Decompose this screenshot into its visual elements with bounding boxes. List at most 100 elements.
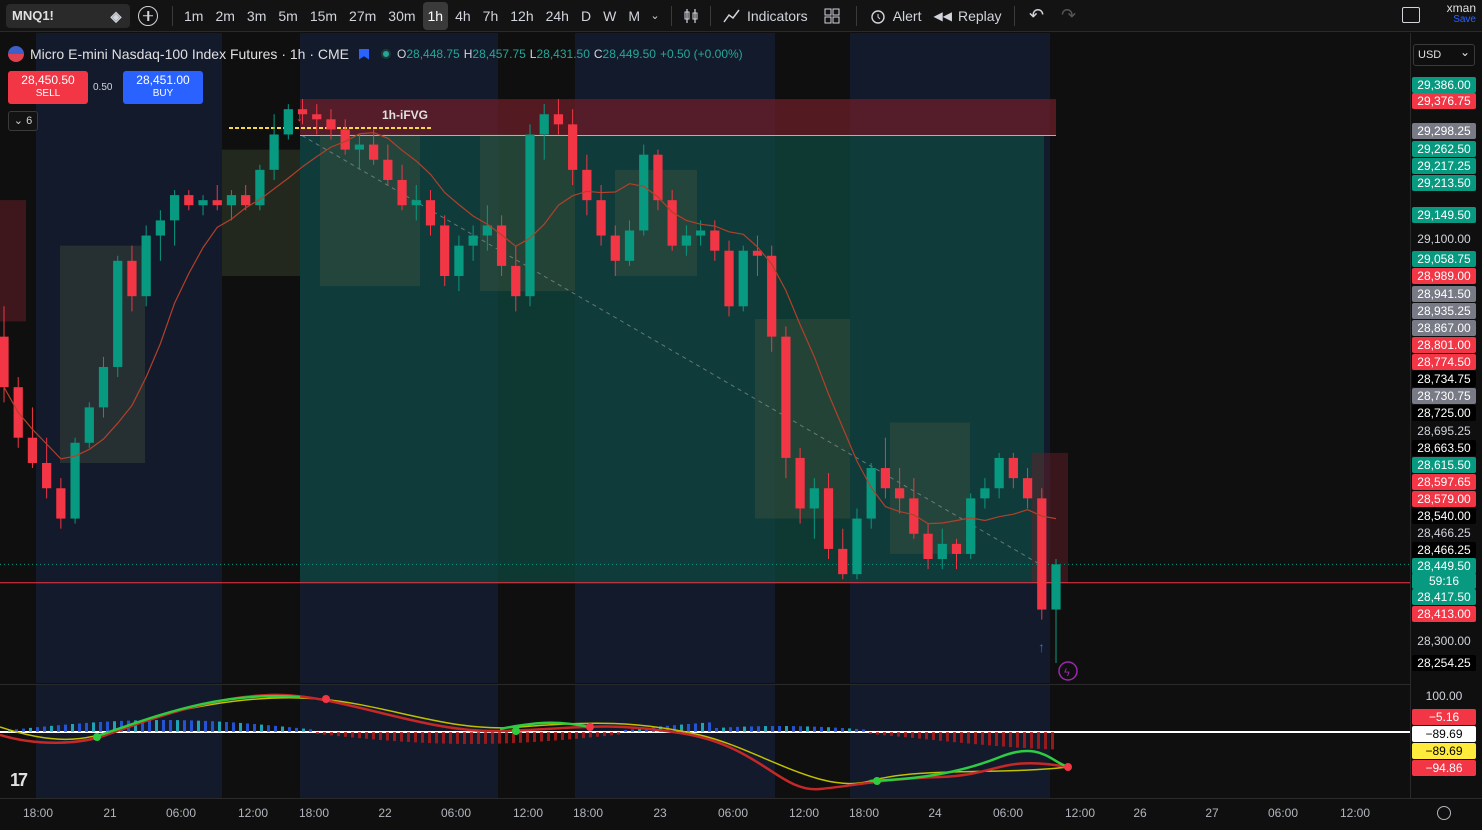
histogram-bar [841,728,844,732]
timeframe-12h[interactable]: 12h [505,2,538,30]
undo-icon[interactable]: ↶ [1021,2,1053,30]
save-button[interactable]: Save [1447,14,1476,26]
add-symbol-icon[interactable] [138,5,158,26]
timeframe-3m[interactable]: 3m [242,2,271,30]
user-name: xman [1446,1,1476,15]
histogram-bar [771,726,774,732]
oscillator-pane[interactable] [0,684,1410,798]
chart-legend: Micro E-mini Nasdaq-100 Index Futures · … [8,46,743,62]
timeframe-24h[interactable]: 24h [541,2,574,30]
timeframe-1h[interactable]: 1h [422,1,449,30]
histogram-bar [288,727,291,732]
histogram-bar [757,726,760,732]
histogram-bar [372,732,375,740]
candles-type-icon[interactable] [678,2,704,30]
price-chart[interactable]: 1h-iFVG ↓ ↑ ϟ [0,33,1410,683]
histogram-bar [568,732,571,740]
candle [27,407,38,469]
change-value: +0.50 (+0.00%) [659,47,743,61]
fullscreen-icon[interactable] [1402,7,1420,23]
tradingview-logo: 17 [10,770,28,790]
time-label: 06:00 [992,806,1024,820]
histogram-bar [106,721,109,732]
histogram-bar [547,732,550,742]
currency-select[interactable]: USD [1413,42,1475,66]
layout-grid-icon[interactable] [814,2,850,30]
time-label: 06:00 [165,806,197,820]
oscillator-chart[interactable] [0,685,1410,798]
close-value: 28,449.50 [602,47,656,61]
histogram-bar [890,732,893,736]
histogram-bar [414,732,417,743]
histogram-bar [155,720,158,732]
histogram-bar [946,732,949,742]
buy-button[interactable]: 28,451.00 BUY [123,71,203,104]
histogram-bar [92,722,95,732]
timeframe-15m[interactable]: 15m [305,2,342,30]
settings-gear-icon[interactable] [1437,806,1451,820]
histogram-bar [50,725,53,732]
histogram-bar [470,732,473,744]
timeframe-4h[interactable]: 4h [450,2,476,30]
chevron-down-icon[interactable]: ⌄ [645,2,665,30]
histogram-bar [393,732,396,742]
indicator-value-label: 100.00 [1425,689,1463,703]
histogram-bar [316,732,319,735]
timeframe-27m[interactable]: 27m [344,2,381,30]
price-label: 28,413.00 [1412,606,1476,622]
divider [709,5,711,26]
histogram-bar [386,732,389,741]
time-label: 06:00 [1267,806,1299,820]
timeframe-M[interactable]: M [623,2,645,30]
main-chart-pane[interactable]: 1h-iFVG ↓ ↑ ϟ [0,33,1410,683]
collapse-indicators-button[interactable]: ⌄ 6 [8,111,38,131]
histogram-bar [687,723,690,732]
bookmark-icon[interactable] [359,48,369,60]
lightning-icon: ϟ [1064,667,1070,679]
close-label: C [593,47,603,61]
replay-button[interactable]: ◀◀ Replay [927,2,1007,30]
timeframe-1m[interactable]: 1m [179,2,208,30]
histogram-bar [505,732,508,744]
candle [283,104,293,140]
alarm-clock-icon [870,9,885,24]
divider [1013,5,1015,26]
timeframe-2m[interactable]: 2m [210,2,239,30]
sell-button[interactable]: 28,450.50 SELL [8,71,88,104]
histogram-bar [869,732,872,735]
histogram-bar [533,732,536,742]
timeframe-D[interactable]: D [576,2,596,30]
histogram-bar [610,732,613,736]
histogram-bar [295,727,298,732]
timeframe-W[interactable]: W [598,2,621,30]
histogram-bar [792,726,795,732]
user-profile[interactable]: xman Save [1447,2,1476,26]
watch-diamond-icon[interactable]: ◈ [108,8,124,24]
redo-icon[interactable]: ↷ [1053,2,1085,30]
histogram-bar [561,732,564,740]
alert-label: Alert [892,7,922,24]
price-label: 28,867.00 [1412,320,1476,336]
candle [781,326,791,479]
alert-button[interactable]: Alert [863,2,928,30]
timeframe-30m[interactable]: 30m [383,2,420,30]
timeframe-5m[interactable]: 5m [273,2,302,30]
buy-price: 28,451.00 [136,73,190,87]
candle [966,493,976,560]
candle [255,164,265,211]
histogram-bar [463,732,466,744]
market-open-icon [381,49,391,59]
symbol-search[interactable]: MNQ1! ◈ [6,3,130,28]
time-label: 12:00 [1339,806,1371,820]
price-label: 28,734.75 [1412,371,1476,387]
timeframe-7h[interactable]: 7h [478,2,504,30]
candle [525,124,535,307]
histogram-bar [589,732,592,738]
sell-label: SELL [35,88,61,99]
histogram-bar [85,722,88,732]
histogram-bar [953,732,956,743]
histogram-bar [484,732,487,744]
histogram-bar [785,726,788,732]
indicators-button[interactable]: Indicators [717,2,814,30]
price-label: 29,213.50 [1412,175,1476,191]
